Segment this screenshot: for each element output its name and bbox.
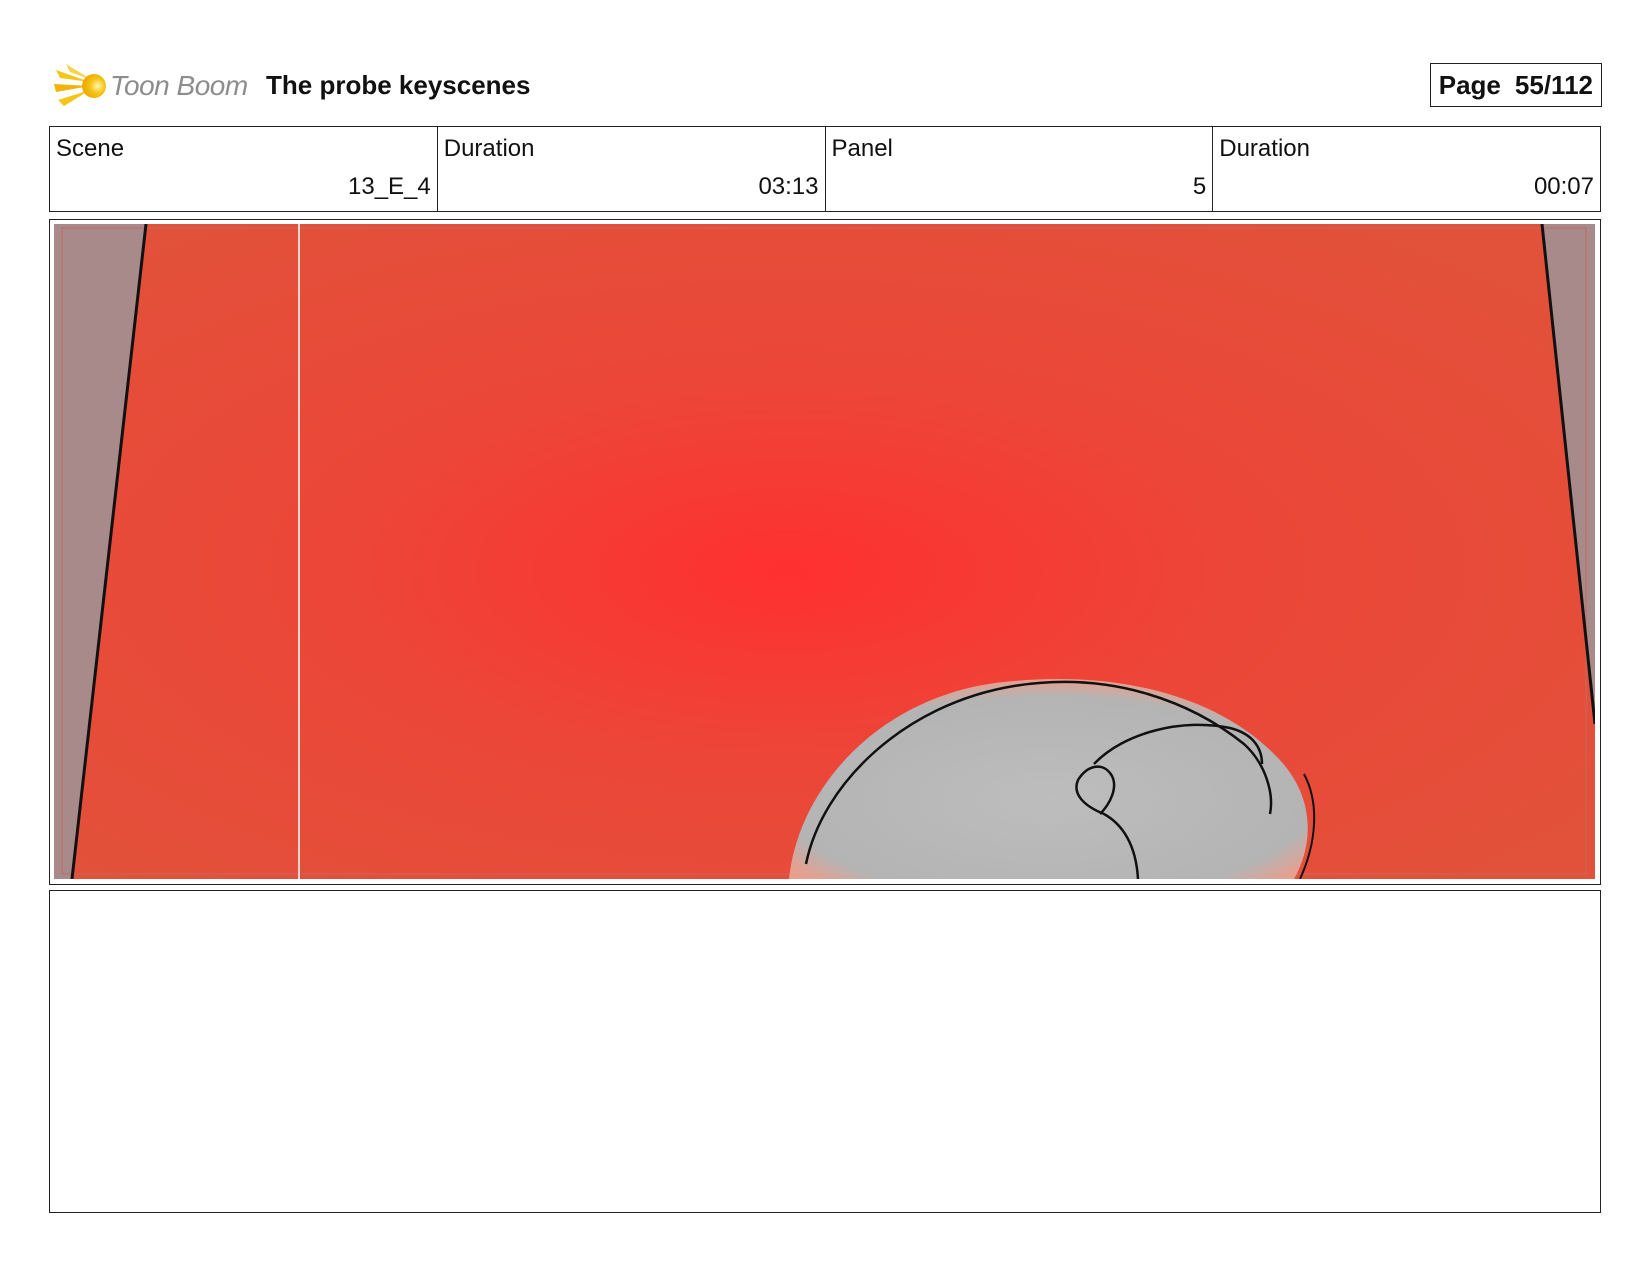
panel-duration-label: Duration bbox=[1219, 135, 1310, 162]
scene-duration-value: 03:13 bbox=[758, 173, 819, 200]
panel-info-table: Scene 13_E_4 Duration 03:13 Panel 5 Dura… bbox=[49, 126, 1601, 212]
toon-boom-logo: Toon Boom bbox=[54, 58, 250, 114]
page-number: 55/112 bbox=[1514, 69, 1593, 100]
page-label: Page bbox=[1438, 69, 1501, 100]
panel-duration-cell: Duration 00:07 bbox=[1213, 127, 1600, 211]
panel-notes-box bbox=[49, 890, 1601, 1213]
panel-value: 5 bbox=[1192, 173, 1207, 200]
page-indicator: Page 55/112 bbox=[1429, 63, 1602, 107]
page-header: Toon Boom The probe keyscenes Page 55/11… bbox=[50, 58, 1602, 114]
panel-duration-value: 00:07 bbox=[1533, 173, 1594, 200]
panel-label: Panel bbox=[831, 135, 893, 162]
scene-duration-cell: Duration 03:13 bbox=[438, 127, 826, 211]
scene-cell: Scene 13_E_4 bbox=[50, 127, 438, 211]
scene-duration-label: Duration bbox=[443, 135, 535, 162]
document-title: The probe keyscenes bbox=[266, 70, 531, 100]
panel-drawing bbox=[54, 224, 1595, 879]
storyboard-panel-image bbox=[54, 224, 1596, 880]
panel-cell: Panel 5 bbox=[826, 127, 1214, 211]
comet-icon bbox=[54, 64, 106, 106]
scene-value: 13_E_4 bbox=[348, 173, 431, 200]
scene-label: Scene bbox=[56, 135, 125, 162]
storyboard-panel-frame bbox=[49, 219, 1601, 885]
logo-text: Toon Boom bbox=[110, 70, 248, 101]
